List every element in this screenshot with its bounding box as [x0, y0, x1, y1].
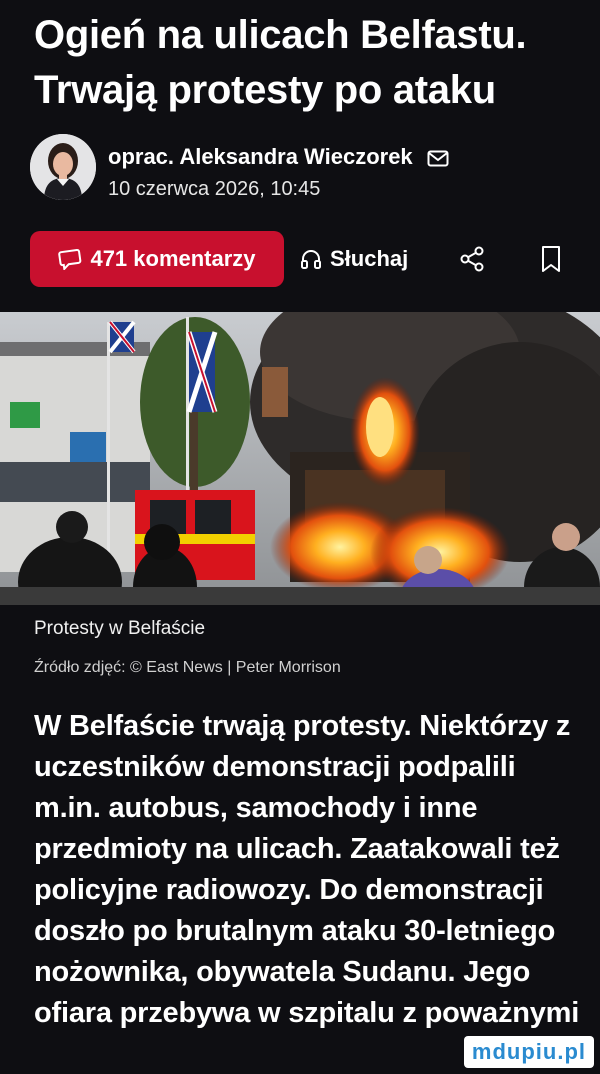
photo-caption: Protesty w Belfaście: [34, 618, 206, 639]
article-photo[interactable]: [0, 312, 600, 605]
bookmark-icon[interactable]: [540, 245, 562, 273]
author-name-text: oprac. Aleksandra Wieczorek: [108, 144, 413, 169]
body-line: W Belfaście trwają protesty. Niektórzy z: [34, 710, 571, 742]
listen-label: Słuchaj: [330, 246, 409, 271]
article-headline: Ogień na ulicach Belfastu. Trwają protes…: [34, 8, 574, 118]
comments-button[interactable]: 471 komentarzy: [30, 231, 284, 287]
article-body: W Belfaście trwają protesty. Niektórzy z…: [34, 706, 582, 1034]
headline-line-1: Ogień na ulicach Belfastu.: [34, 13, 527, 57]
headline-line-2: Trwają protesty po ataku: [34, 68, 496, 112]
publish-date: 10 czerwca 2026, 10:45: [108, 178, 321, 200]
share-icon[interactable]: [458, 245, 486, 273]
comments-count-label: 471 komentarzy: [90, 246, 256, 271]
body-line: nożownika, obywatela Sudanu. Jego: [34, 956, 531, 988]
author-avatar[interactable]: [30, 134, 96, 200]
listen-button[interactable]: Słuchaj: [300, 231, 408, 287]
site-watermark: mdupiu.pl: [463, 1036, 594, 1068]
burning-bus-photo: [0, 312, 600, 605]
author-name[interactable]: oprac. Aleksandra Wieczorek: [108, 144, 449, 170]
photo-credit: Źródło zdjęć: © East News | Peter Morris…: [34, 659, 341, 676]
headphones-icon: [301, 250, 321, 269]
article-actions: 471 komentarzy Słuchaj: [30, 231, 590, 287]
body-line: m.in. autobus, samochody i inne: [34, 792, 478, 824]
body-line: uczestników demonstracji podpalili: [34, 751, 516, 783]
mail-icon[interactable]: [427, 150, 449, 167]
body-line: policyjne radiowozy. Do demonstracji: [34, 874, 544, 906]
comment-icon: [58, 248, 82, 270]
author-byline: oprac. Aleksandra Wieczorek 10 czerwca 2…: [30, 134, 570, 206]
body-line: ofiara przebywa w szpitalu z poważnymi: [34, 997, 580, 1029]
avatar-portrait: [30, 134, 96, 200]
body-line: doszło po brutalnym ataku 30-letniego: [34, 915, 556, 947]
body-line: przedmioty na ulicach. Zaatakowali też: [34, 833, 560, 865]
